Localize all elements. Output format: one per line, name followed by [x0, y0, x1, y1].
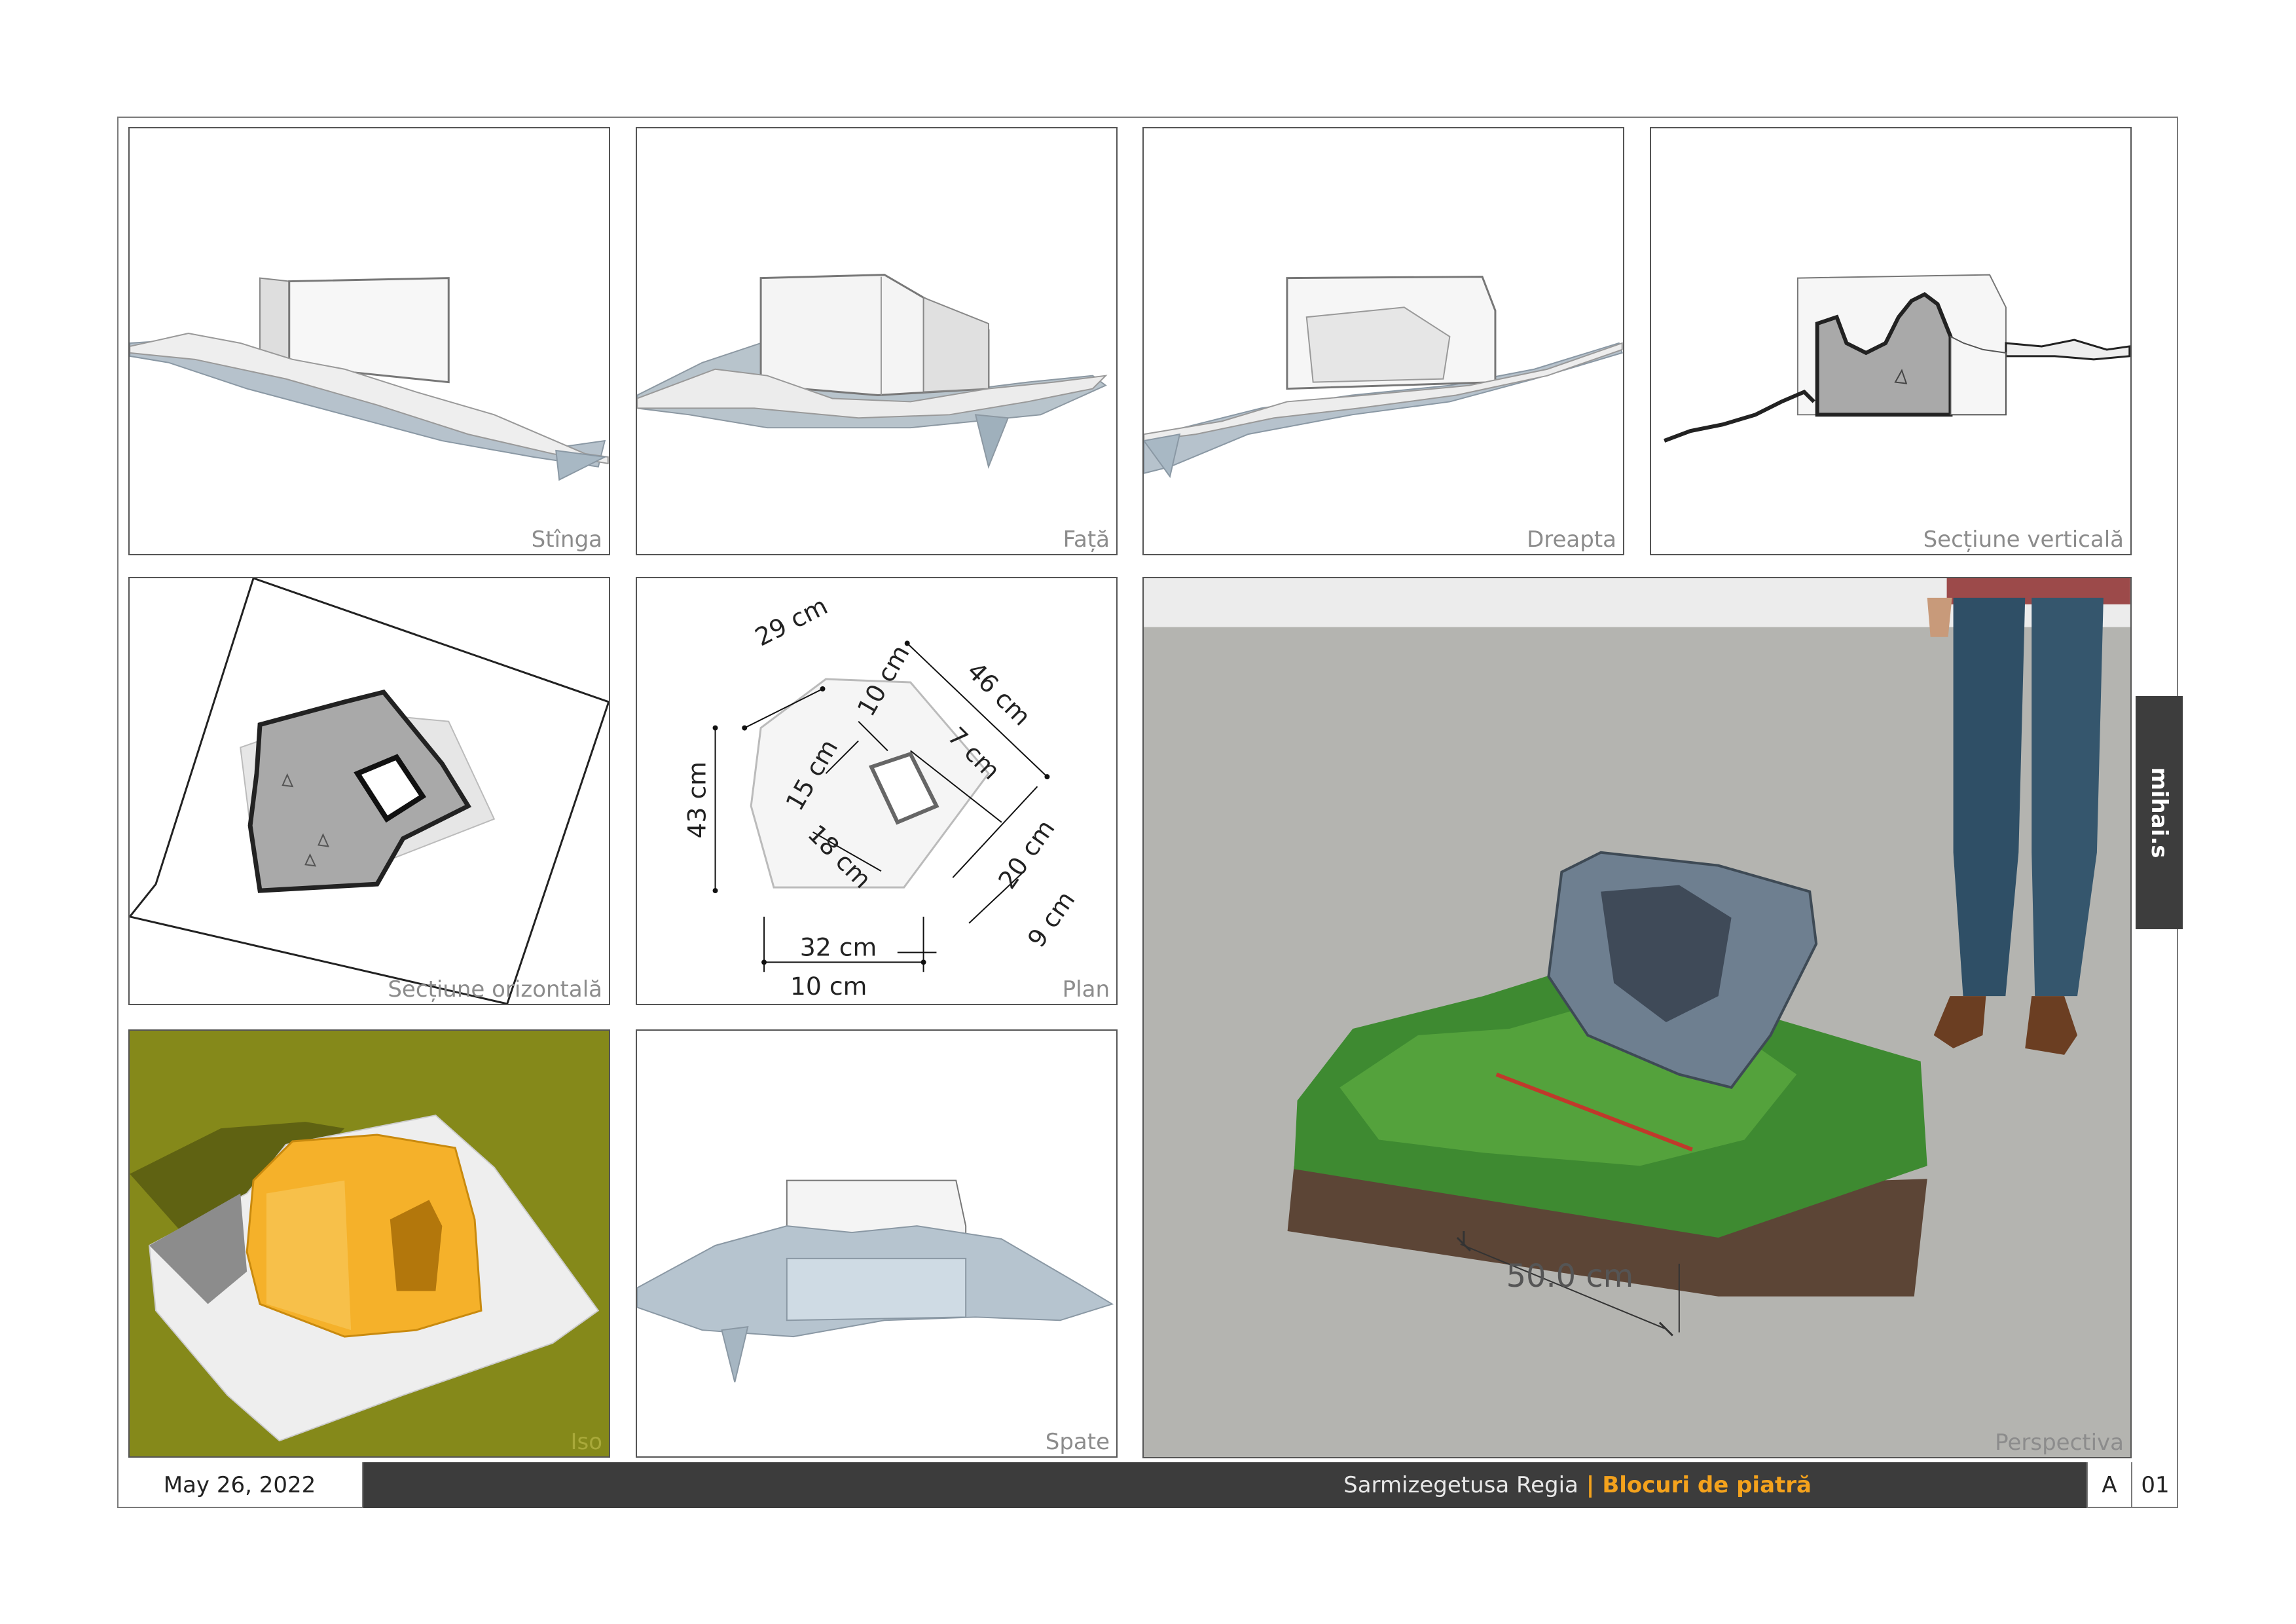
panel-label: Plan	[1062, 976, 1110, 1003]
author-name: mihai.s	[2146, 767, 2172, 858]
left-view-render	[130, 277, 609, 481]
footer-title-bar: Sarmizegetusa Regia | Blocuri de piatră	[363, 1462, 2086, 1508]
footer-date: May 26, 2022	[117, 1462, 363, 1508]
plan-dim-29: 29 cm	[750, 591, 832, 652]
plan-dim-20: 20 cm	[993, 815, 1060, 895]
plan-dim-43: 43 cm	[683, 762, 712, 839]
view-right: Dreapta	[1142, 127, 1624, 555]
view-horizontal-section: Secțiune orizontală	[128, 577, 610, 1005]
view-perspective: 50.0 cm Perspectiva	[1142, 577, 2132, 1458]
footer-separator: |	[1586, 1472, 1595, 1498]
plan-dim-46: 46 cm	[962, 656, 1036, 731]
panel-label: Secțiune orizontală	[388, 976, 602, 1003]
panel-label: Dreapta	[1527, 526, 1616, 553]
panel-label: Secțiune verticală	[1923, 526, 2124, 553]
plan-render: 29 cm 46 cm 10 cm 7 cm 15 cm 43 cm 18 cm…	[683, 591, 1081, 1001]
footer-project: Sarmizegetusa Regia	[1343, 1472, 1578, 1498]
panel-label: Față	[1063, 526, 1110, 553]
right-view-render	[1144, 276, 1623, 479]
view-back: Spate	[636, 1029, 1118, 1458]
panel-label: Stînga	[531, 526, 602, 553]
view-vertical-section: Secțiune verticală	[1650, 127, 2132, 555]
iso-render	[130, 1115, 600, 1442]
plan-dim-9: 9 cm	[1022, 886, 1081, 953]
panel-label: Perspectiva	[1995, 1430, 2124, 1456]
vertical-section-render	[1664, 274, 2130, 443]
panel-label: Iso	[570, 1429, 602, 1455]
footer-sheet-series: A	[2086, 1462, 2132, 1508]
view-iso: Iso	[128, 1029, 610, 1458]
author-tab: mihai.s	[2136, 696, 2183, 929]
front-view-render	[637, 274, 1108, 470]
panel-label: Spate	[1045, 1429, 1110, 1455]
view-plan: 29 cm 46 cm 10 cm 7 cm 15 cm 43 cm 18 cm…	[636, 577, 1118, 1005]
view-front: Față	[636, 127, 1118, 555]
plan-dim-32: 32 cm	[800, 932, 877, 961]
footer-sheet-title: Blocuri de piatră	[1602, 1472, 1812, 1498]
footer-sheet-number: 01	[2141, 1472, 2170, 1498]
title-block: May 26, 2022 Sarmizegetusa Regia | Blocu…	[117, 1462, 2178, 1508]
perspective-dimension: 50.0 cm	[1506, 1259, 1634, 1295]
back-view-render	[637, 1179, 1114, 1382]
horizontal-section-render	[130, 578, 609, 1004]
perspective-render: 50.0 cm	[1144, 578, 2130, 1457]
plan-dim-10b: 10 cm	[790, 972, 867, 1001]
view-left: Stînga	[128, 127, 610, 555]
